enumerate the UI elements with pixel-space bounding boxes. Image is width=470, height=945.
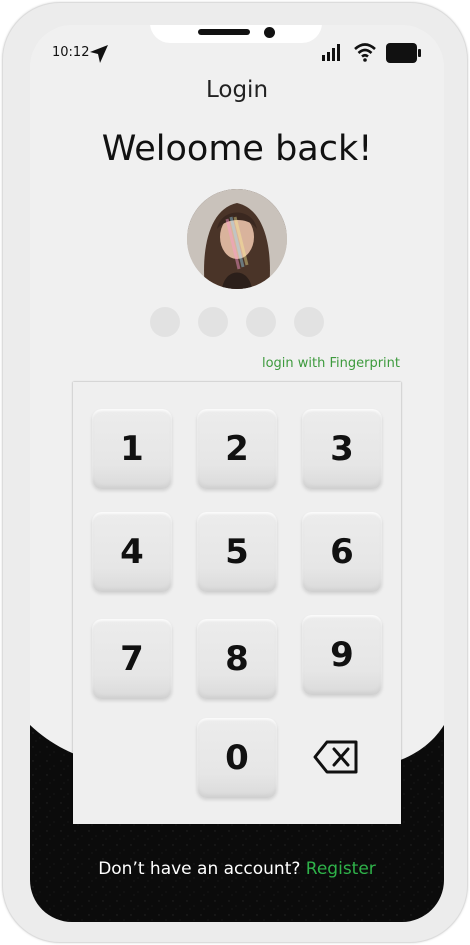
key-3[interactable]: 3 — [302, 409, 382, 489]
speaker — [198, 29, 250, 35]
location-arrow-icon — [90, 45, 108, 63]
fingerprint-login-link[interactable]: login with Fingerprint — [200, 356, 400, 371]
key-5[interactable]: 5 — [197, 512, 277, 592]
key-1[interactable]: 1 — [92, 409, 172, 489]
key-2[interactable]: 2 — [197, 409, 277, 489]
key-8[interactable]: 8 — [197, 619, 277, 699]
notch — [150, 25, 322, 43]
footer: Don’t have an account? Register — [30, 859, 444, 879]
pin-dot — [294, 307, 324, 337]
key-4[interactable]: 4 — [92, 512, 172, 592]
front-camera — [264, 27, 275, 38]
status-time: 10:12 — [52, 45, 90, 60]
welcome-heading: Weloome back! — [101, 129, 373, 169]
avatar-portrait — [187, 189, 287, 289]
pin-indicator — [150, 307, 330, 337]
pin-dot — [150, 307, 180, 337]
key-0[interactable]: 0 — [197, 718, 277, 798]
avatar — [187, 189, 287, 289]
pin-dot — [198, 307, 228, 337]
screen: 10:12 Login Weloome back! login with Fin… — [30, 25, 444, 922]
phone-frame: 10:12 Login Weloome back! login with Fin… — [2, 2, 468, 943]
register-link[interactable]: Register — [306, 859, 376, 879]
pin-dot — [246, 307, 276, 337]
signal-icon — [322, 44, 340, 61]
key-6[interactable]: 6 — [302, 512, 382, 592]
keypad: 1 2 3 4 5 6 7 8 9 0 — [73, 382, 401, 824]
backspace-icon[interactable] — [313, 739, 359, 775]
register-prompt: Don’t have an account? — [98, 859, 301, 879]
key-9[interactable]: 9 — [302, 615, 382, 695]
wifi-icon — [354, 43, 376, 62]
battery-icon — [386, 43, 421, 63]
key-7[interactable]: 7 — [92, 619, 172, 699]
page-title: Login — [205, 77, 269, 103]
